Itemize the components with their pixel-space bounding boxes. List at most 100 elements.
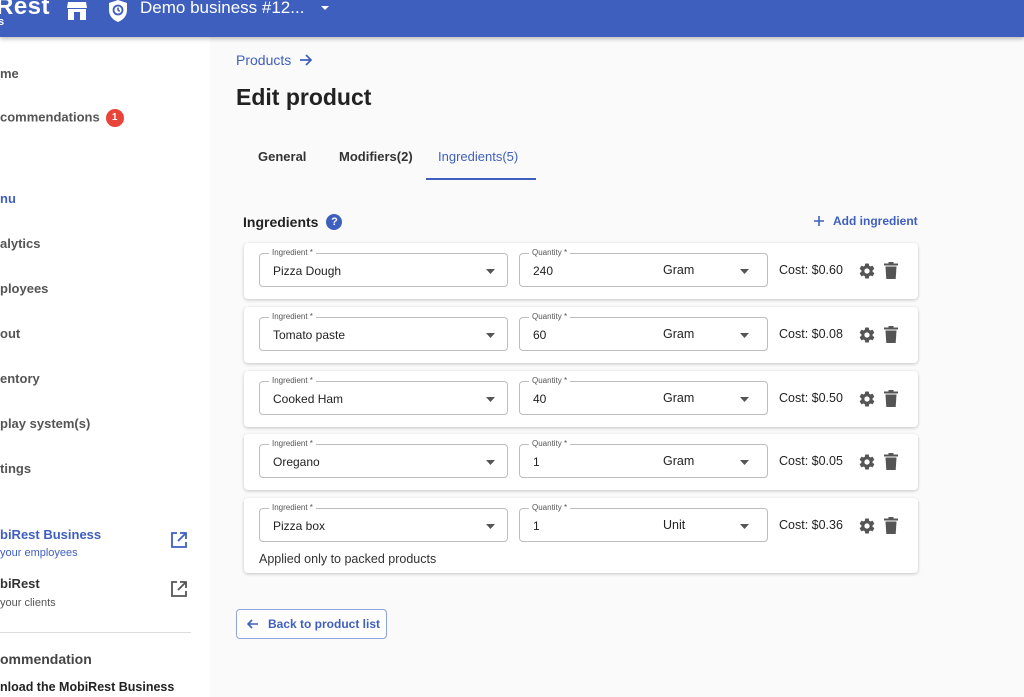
ingredient-select[interactable]: Ingredient * Pizza Dough [259, 248, 508, 287]
tab-modifiers[interactable]: Modifiers(2) [339, 149, 413, 164]
trash-icon[interactable] [884, 517, 898, 534]
trash-icon[interactable] [884, 262, 898, 279]
sidebar-item-employees[interactable]: ployees [0, 281, 48, 296]
external-link-icon[interactable] [170, 531, 188, 549]
ingredient-row: Ingredient * Tomato paste Quantity * 60 Gram… [244, 307, 918, 363]
gear-icon[interactable] [858, 390, 876, 408]
ingredient-row: Ingredient * Oregano Quantity * 1 Gram Cost: … [244, 434, 918, 490]
quantity-value: 1 [533, 455, 540, 469]
section-title-text: Ingredients [243, 214, 319, 230]
sidebar-item-analytics[interactable]: alytics [0, 236, 40, 251]
app-link-business-title[interactable]: biRest Business [0, 527, 101, 542]
unit-select[interactable]: Gram [663, 327, 694, 341]
ingredient-name: Cooked Ham [273, 392, 344, 406]
help-icon[interactable]: ? [326, 214, 343, 230]
sidebar-item-display-systems[interactable]: play system(s) [0, 416, 90, 431]
ingredient-cost: Cost: $0.05 [779, 454, 843, 468]
page-title: Edit product [236, 84, 372, 110]
ingredient-name: Pizza Dough [273, 264, 342, 278]
ingredient-select[interactable]: Ingredient * Pizza box [259, 503, 508, 542]
caret-down-icon[interactable] [486, 460, 495, 466]
ingredient-field-label: Ingredient * [269, 376, 316, 385]
notification-badge: 1 [105, 109, 124, 127]
gear-icon[interactable] [858, 453, 876, 471]
quantity-field-label: Quantity * [529, 439, 571, 448]
store-icon [67, 2, 87, 20]
sidebar-item-label: play system(s) [0, 416, 91, 431]
arrow-right-icon [300, 54, 313, 66]
active-tab-indicator [426, 178, 536, 180]
sidebar-item-label: entory [0, 371, 40, 386]
breadcrumb-products[interactable]: Products [236, 52, 291, 68]
ingredient-field-label: Ingredient * [269, 312, 316, 321]
sidebar-item-layout[interactable]: out [0, 326, 20, 341]
breadcrumb[interactable]: Products [236, 52, 313, 68]
add-ingredient-label: Add ingredient [833, 214, 918, 228]
add-ingredient-button[interactable]: Add ingredient [814, 214, 918, 228]
tab-ingredients[interactable]: Ingredients(5) [438, 149, 518, 164]
quantity-field-label: Quantity * [529, 376, 571, 385]
caret-down-icon[interactable] [486, 269, 495, 275]
ingredient-select[interactable]: Ingredient * Cooked Ham [259, 376, 508, 415]
ingredient-cost: Cost: $0.36 [779, 518, 843, 532]
back-to-list-button[interactable]: Back to product list [236, 609, 387, 639]
gear-icon[interactable] [858, 517, 876, 535]
caret-down-icon[interactable] [740, 524, 749, 530]
app-logo-sub: s [0, 16, 5, 28]
quantity-field-label: Quantity * [529, 503, 571, 512]
ingredient-select[interactable]: Ingredient * Tomato paste [259, 312, 508, 351]
trash-icon[interactable] [884, 326, 898, 343]
unit-select[interactable]: Gram [663, 391, 694, 405]
arrow-left-icon [247, 619, 258, 629]
caret-down-icon[interactable] [320, 4, 330, 12]
trash-icon[interactable] [884, 390, 898, 407]
caret-down-icon[interactable] [486, 397, 495, 403]
unit-select[interactable]: Unit [663, 518, 685, 532]
trash-icon[interactable] [884, 453, 898, 470]
sidebar-item-menu[interactable]: nu [0, 191, 16, 206]
tab-general[interactable]: General [258, 149, 306, 164]
sidebar-item-settings[interactable]: tings [0, 461, 31, 476]
sidebar-item-inventory[interactable]: entory [0, 371, 40, 386]
sidebar-item-home[interactable]: me [0, 66, 19, 81]
gear-icon[interactable] [858, 326, 876, 344]
quantity-value: 240 [533, 264, 554, 278]
quantity-field[interactable]: Quantity * 40 Gram [519, 376, 768, 415]
quantity-value: 1 [533, 519, 540, 533]
caret-down-icon[interactable] [740, 333, 749, 339]
external-link-icon[interactable] [170, 580, 188, 598]
quantity-field[interactable]: Quantity * 60 Gram [519, 312, 768, 351]
tab-bar: General Modifiers(2) Ingredients(5) [236, 140, 916, 180]
ingredient-name: Pizza box [273, 519, 326, 533]
ingredient-field-label: Ingredient * [269, 248, 316, 257]
sidebar: me commendations 1 nu alytics ployees out… [0, 37, 210, 697]
caret-down-icon[interactable] [486, 524, 495, 530]
gear-icon[interactable] [858, 262, 876, 280]
quantity-value: 40 [533, 392, 547, 406]
ingredient-cost: Cost: $0.08 [779, 327, 843, 341]
app-link-client-title[interactable]: biRest [0, 576, 40, 591]
caret-down-icon[interactable] [740, 269, 749, 275]
app-logo[interactable]: Rest [0, 0, 50, 21]
quantity-field[interactable]: Quantity * 1 Unit [519, 503, 768, 542]
caret-down-icon[interactable] [486, 333, 495, 339]
quantity-field-label: Quantity * [529, 312, 571, 321]
quantity-field[interactable]: Quantity * 240 Gram [519, 248, 768, 287]
quantity-field[interactable]: Quantity * 1 Gram [519, 439, 768, 478]
ingredient-row: Ingredient * Pizza box Quantity * 1 Unit Cost… [244, 498, 918, 573]
caret-down-icon[interactable] [740, 397, 749, 403]
unit-select[interactable]: Gram [663, 263, 694, 277]
ingredient-select[interactable]: Ingredient * Oregano [259, 439, 508, 478]
business-name[interactable]: Demo business #12... [140, 0, 304, 18]
unit-select[interactable]: Gram [663, 454, 694, 468]
packed-products-note: Applied only to packed products [259, 552, 437, 566]
sidebar-item-label: ployees [0, 281, 49, 296]
caret-down-icon[interactable] [740, 460, 749, 466]
section-title: Ingredients ? [243, 214, 343, 230]
sidebar-item-label: nu [0, 191, 16, 206]
sidebar-item-recommendations[interactable]: commendations 1 [0, 109, 124, 127]
app-link-client-subtitle: your clients [0, 597, 56, 609]
sidebar-item-label: tings [0, 461, 32, 476]
quantity-field-label: Quantity * [529, 248, 571, 257]
shield-icon[interactable] [107, 0, 129, 22]
